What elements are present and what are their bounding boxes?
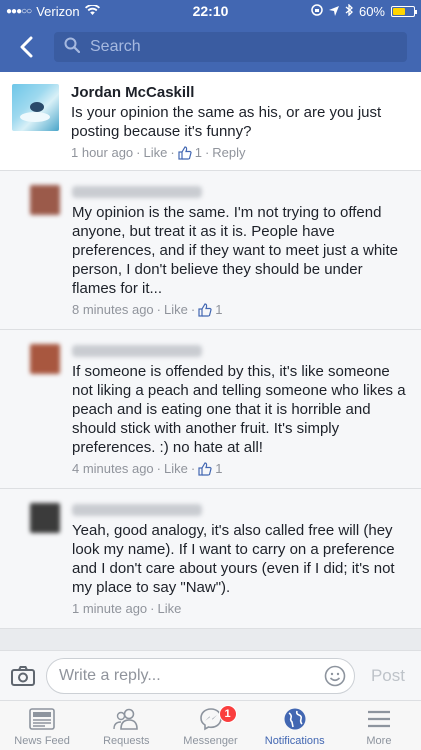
reply-meta: 1 minute ago · Like xyxy=(72,601,182,616)
news-feed-icon xyxy=(28,706,56,732)
like-button[interactable]: Like xyxy=(164,302,188,317)
back-arrow-icon[interactable] xyxy=(14,35,38,59)
reply-item: Yeah, good analogy, it's also called fre… xyxy=(0,489,421,629)
tab-label: News Feed xyxy=(14,735,70,747)
like-button[interactable]: Like xyxy=(164,461,188,476)
comment-author[interactable]: Jordan McCaskill xyxy=(71,84,409,101)
tab-news-feed[interactable]: News Feed xyxy=(0,701,84,750)
camera-icon[interactable] xyxy=(10,665,36,687)
reply-list: My opinion is the same. I'm not trying t… xyxy=(0,171,421,629)
location-icon xyxy=(328,4,339,19)
reply-placeholder: Write a reply... xyxy=(59,666,161,684)
status-bar: ●●●○○ Verizon 22:10 60% xyxy=(0,0,421,22)
tab-requests[interactable]: Requests xyxy=(84,701,168,750)
tab-notifications[interactable]: Notifications xyxy=(253,701,337,750)
empty-space xyxy=(0,629,421,650)
thumbs-up-icon xyxy=(178,145,192,160)
like-count: 1 xyxy=(194,145,202,160)
reply-time: 4 minutes ago xyxy=(72,461,154,476)
parent-comment: Jordan McCaskill Is your opinion the sam… xyxy=(0,72,421,171)
navigation-bar: Search xyxy=(0,22,421,72)
search-placeholder: Search xyxy=(90,38,141,55)
reply-text: Yeah, good analogy, it's also called fre… xyxy=(72,522,395,596)
avatar[interactable] xyxy=(30,503,60,533)
tab-label: Messenger xyxy=(183,735,238,747)
search-icon xyxy=(64,37,81,58)
reply-item: If someone is offended by this, it's lik… xyxy=(0,330,421,489)
post-button[interactable]: Post xyxy=(365,666,411,686)
notification-badge: 1 xyxy=(218,705,237,723)
reply-meta: 8 minutes ago · Like · 1 xyxy=(72,302,223,317)
tab-label: Requests xyxy=(103,735,150,747)
notifications-globe-icon xyxy=(281,706,309,732)
requests-icon xyxy=(112,706,140,732)
tab-messenger[interactable]: 1 Messenger xyxy=(168,701,252,750)
reply-author-redacted xyxy=(72,186,202,198)
thumbs-up-icon xyxy=(198,461,212,476)
bluetooth-icon xyxy=(345,2,353,19)
reply-author-redacted xyxy=(72,504,202,516)
rotation-lock-icon xyxy=(311,3,323,19)
battery-percent: 60% xyxy=(358,3,385,19)
battery-icon xyxy=(391,5,417,17)
reply-input[interactable]: Write a reply... xyxy=(46,657,355,694)
reply-time: 1 minute ago xyxy=(72,601,148,616)
like-button[interactable]: Like xyxy=(144,145,168,160)
reply-item: My opinion is the same. I'm not trying t… xyxy=(0,171,421,330)
emoji-icon[interactable] xyxy=(324,665,346,687)
comment-text: Is your opinion the same as his, or are … xyxy=(71,104,382,140)
more-menu-icon xyxy=(365,706,393,732)
like-button[interactable]: Like xyxy=(158,601,182,616)
tab-more[interactable]: More xyxy=(337,701,421,750)
comment-thread: Jordan McCaskill Is your opinion the sam… xyxy=(0,72,421,650)
bottom-tab-bar: News Feed Requests 1 Messenger Notificat… xyxy=(0,700,421,750)
like-count: 1 xyxy=(215,461,223,476)
search-input[interactable]: Search xyxy=(54,32,407,62)
like-count: 1 xyxy=(215,302,223,317)
avatar[interactable] xyxy=(30,344,60,374)
reply-author-redacted xyxy=(72,345,202,357)
comment-meta: 1 hour ago · Like · 1 · Reply xyxy=(71,145,246,160)
battery-level xyxy=(393,7,405,15)
avatar[interactable] xyxy=(12,84,59,131)
avatar[interactable] xyxy=(30,185,60,215)
reply-text: My opinion is the same. I'm not trying t… xyxy=(72,204,399,297)
comment-time: 1 hour ago xyxy=(71,145,134,160)
carrier-name: Verizon xyxy=(36,3,80,19)
wifi-icon xyxy=(84,3,100,19)
reply-text: If someone is offended by this, it's lik… xyxy=(72,363,406,456)
thumbs-up-icon xyxy=(198,302,212,317)
reply-time: 8 minutes ago xyxy=(72,302,154,317)
reply-button[interactable]: Reply xyxy=(212,145,245,160)
tab-label: More xyxy=(366,735,392,747)
tab-label: Notifications xyxy=(264,735,325,747)
signal-strength-icon: ●●●○○ xyxy=(6,5,32,17)
reply-meta: 4 minutes ago · Like · 1 xyxy=(72,461,223,476)
reply-composer: Write a reply... Post xyxy=(0,650,421,700)
